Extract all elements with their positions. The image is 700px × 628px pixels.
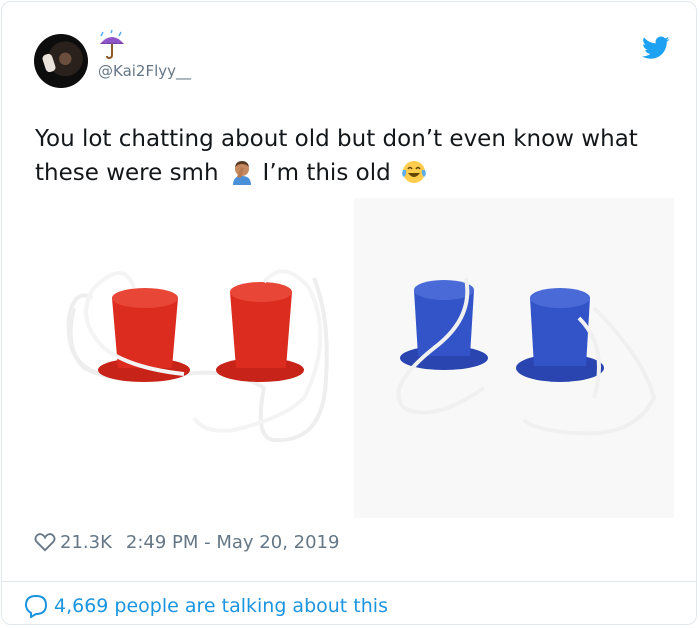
avatar[interactable] — [34, 34, 88, 88]
heart-outline-icon[interactable] — [34, 532, 56, 552]
tweet-text-part-b: I’m this old — [262, 160, 391, 186]
like-count[interactable]: 21.3K — [60, 532, 112, 553]
divider — [2, 581, 696, 582]
speech-bubble-icon — [24, 594, 48, 618]
user-handle[interactable]: @Kai2Flyy__ — [98, 62, 191, 80]
conversation-link[interactable]: 4,669 people are talking about this — [24, 591, 388, 621]
tweet-text: You lot chatting about old but don’t eve… — [35, 122, 675, 190]
tweet-card: @Kai2Flyy__ You lot chatting about old b… — [1, 1, 697, 625]
tweet-image-stilts[interactable] — [34, 198, 674, 518]
avatar-hand — [41, 52, 57, 74]
tweet-timestamp[interactable]: 2:49 PM - May 20, 2019 — [126, 532, 340, 553]
tweet-text-line-1: You lot chatting about old but don’t eve… — [35, 126, 638, 152]
umbrella-with-rain-emoji — [100, 30, 124, 60]
tweet-text-part-a: these were smh — [35, 160, 219, 186]
tweet-meta: 21.3K 2:49 PM - May 20, 2019 — [34, 528, 339, 556]
man-facepalming-emoji — [232, 161, 251, 185]
twitter-bird-icon[interactable] — [642, 36, 670, 60]
face-with-tears-of-joy-emoji — [401, 161, 426, 183]
red-stilts-photo-bg — [34, 198, 354, 518]
tweet-text-line-2: these were smh I’m this old — [35, 156, 675, 190]
conversation-text[interactable]: 4,669 people are talking about this — [54, 595, 388, 617]
